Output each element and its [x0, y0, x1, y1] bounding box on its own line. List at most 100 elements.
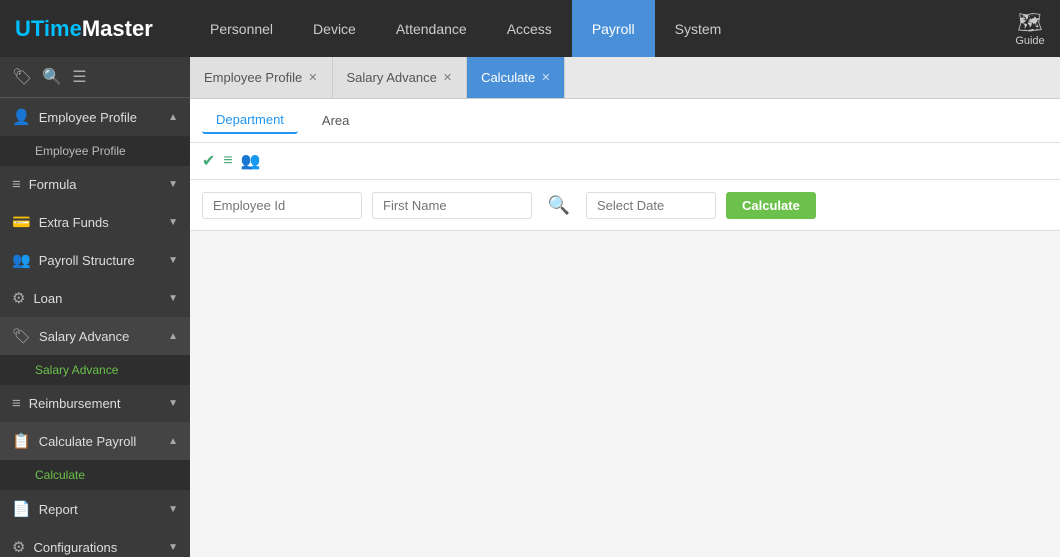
- guide-icon: 🗺: [1017, 10, 1042, 35]
- top-navigation: UTime Master Personnel Device Attendance…: [0, 0, 1060, 57]
- sidebar-item-employee-profile[interactable]: 👤 Employee Profile ▲: [0, 98, 190, 136]
- arrow-up-icon: ▲: [168, 112, 178, 123]
- arrow-down-icon5: ▼: [168, 398, 178, 409]
- logo-time: Time: [31, 16, 82, 42]
- nav-attendance[interactable]: Attendance: [376, 0, 487, 57]
- toolbar-icons: ✔ ≡ 👥: [202, 151, 261, 171]
- sidebar-section-reimbursement: ≡ Reimbursement ▼: [0, 385, 190, 422]
- sidebar-label-calculate-payroll: Calculate Payroll: [39, 434, 160, 449]
- tab-employee-profile-close[interactable]: ✕: [308, 71, 317, 84]
- arrow-down-icon: ▼: [168, 179, 178, 190]
- report-icon: 📄: [12, 500, 31, 518]
- logo-u: U: [15, 16, 31, 42]
- tab-calculate[interactable]: Calculate ✕: [467, 57, 565, 98]
- sidebar-item-calculate-payroll[interactable]: 📋 Calculate Payroll ▲: [0, 422, 190, 460]
- sidebar-section-loan: ⚙ Loan ▼: [0, 279, 190, 317]
- filter-tab-department[interactable]: Department: [202, 107, 298, 134]
- calculate-payroll-icon: 📋: [12, 432, 31, 450]
- sidebar-item-payroll-structure[interactable]: 👥 Payroll Structure ▼: [0, 241, 190, 279]
- sidebar: 🏷 🔍 ☰ 👤 Employee Profile ▲ Employee Prof…: [0, 57, 190, 557]
- employee-id-input[interactable]: [202, 192, 362, 219]
- sidebar-label-salary-advance: Salary Advance: [39, 329, 160, 344]
- logo: UTime Master: [0, 16, 190, 42]
- employee-profile-icon: 👤: [12, 108, 31, 126]
- logo-master: Master: [82, 16, 153, 42]
- tab-salary-advance[interactable]: Salary Advance ✕: [333, 57, 468, 98]
- first-name-input[interactable]: [372, 192, 532, 219]
- filter-tab-area[interactable]: Area: [308, 108, 363, 133]
- arrow-down-icon3: ▼: [168, 255, 178, 266]
- tab-calculate-close[interactable]: ✕: [541, 71, 550, 84]
- sidebar-item-configurations[interactable]: ⚙ Configurations ▼: [0, 528, 190, 557]
- filter-row: Department Area: [190, 99, 1060, 143]
- sidebar-item-report[interactable]: 📄 Report ▼: [0, 490, 190, 528]
- sidebar-child-employee-profile[interactable]: Employee Profile: [0, 136, 190, 166]
- calculate-button[interactable]: Calculate: [726, 192, 816, 219]
- sidebar-label-employee-profile: Employee Profile: [39, 110, 160, 125]
- sidebar-section-report: 📄 Report ▼: [0, 490, 190, 528]
- search-bar-row: 🔍 Calculate: [190, 180, 1060, 231]
- reimbursement-icon: ≡: [12, 395, 21, 412]
- payroll-structure-icon: 👥: [12, 251, 31, 269]
- nav-payroll[interactable]: Payroll: [572, 0, 655, 57]
- sidebar-top-icons: 🏷 🔍 ☰: [0, 57, 190, 98]
- check-icon[interactable]: ✔: [202, 151, 215, 171]
- extra-funds-icon: 💳: [12, 213, 31, 231]
- sidebar-section-employee-profile: 👤 Employee Profile ▲ Employee Profile: [0, 98, 190, 166]
- list-view-icon[interactable]: ≡: [223, 152, 232, 170]
- sidebar-label-report: Report: [39, 502, 160, 517]
- nav-items: Personnel Device Attendance Access Payro…: [190, 0, 1000, 57]
- arrow-down-icon6: ▼: [168, 504, 178, 515]
- arrow-up-icon2: ▲: [168, 331, 178, 342]
- search-icon[interactable]: 🔍: [42, 67, 62, 87]
- sidebar-label-reimbursement: Reimbursement: [29, 396, 160, 411]
- tag-icon[interactable]: 🏷: [12, 67, 32, 87]
- nav-device[interactable]: Device: [293, 0, 376, 57]
- sidebar-section-formula: ≡ Formula ▼: [0, 166, 190, 203]
- date-input[interactable]: [586, 192, 716, 219]
- salary-advance-icon: 🏷: [12, 327, 31, 345]
- nav-access[interactable]: Access: [487, 0, 572, 57]
- arrow-down-icon2: ▼: [168, 217, 178, 228]
- nav-personnel[interactable]: Personnel: [190, 0, 293, 57]
- toolbar: ✔ ≡ 👥: [190, 143, 1060, 180]
- sidebar-section-payroll-structure: 👥 Payroll Structure ▼: [0, 241, 190, 279]
- tab-calculate-label: Calculate: [481, 70, 535, 85]
- sidebar-section-salary-advance: 🏷 Salary Advance ▲ Salary Advance: [0, 317, 190, 385]
- guide-label: Guide: [1015, 35, 1044, 47]
- list-icon[interactable]: ☰: [72, 67, 86, 87]
- sidebar-item-reimbursement[interactable]: ≡ Reimbursement ▼: [0, 385, 190, 422]
- sidebar-item-formula[interactable]: ≡ Formula ▼: [0, 166, 190, 203]
- tab-salary-advance-close[interactable]: ✕: [443, 71, 452, 84]
- sidebar-item-extra-funds[interactable]: 💳 Extra Funds ▼: [0, 203, 190, 241]
- arrow-down-icon7: ▼: [168, 542, 178, 553]
- sidebar-label-payroll-structure: Payroll Structure: [39, 253, 160, 268]
- sidebar-label-configurations: Configurations: [33, 540, 160, 555]
- sidebar-child-salary-advance[interactable]: Salary Advance: [0, 355, 190, 385]
- group-icon[interactable]: 👥: [241, 151, 261, 171]
- configurations-icon: ⚙: [12, 538, 25, 556]
- sidebar-section-extra-funds: 💳 Extra Funds ▼: [0, 203, 190, 241]
- sidebar-label-extra-funds: Extra Funds: [39, 215, 160, 230]
- nav-system[interactable]: System: [655, 0, 742, 57]
- tab-employee-profile-label: Employee Profile: [204, 70, 302, 85]
- sidebar-item-loan[interactable]: ⚙ Loan ▼: [0, 279, 190, 317]
- formula-icon: ≡: [12, 176, 21, 193]
- sidebar-item-salary-advance[interactable]: 🏷 Salary Advance ▲: [0, 317, 190, 355]
- tab-employee-profile[interactable]: Employee Profile ✕: [190, 57, 333, 98]
- sidebar-child-calculate[interactable]: Calculate: [0, 460, 190, 490]
- loan-icon: ⚙: [12, 289, 25, 307]
- sidebar-label-formula: Formula: [29, 177, 160, 192]
- content-area: Employee Profile ✕ Salary Advance ✕ Calc…: [190, 57, 1060, 557]
- sidebar-section-calculate-payroll: 📋 Calculate Payroll ▲ Calculate: [0, 422, 190, 490]
- sidebar-label-loan: Loan: [33, 291, 160, 306]
- sidebar-section-configurations: ⚙ Configurations ▼: [0, 528, 190, 557]
- tab-bar: Employee Profile ✕ Salary Advance ✕ Calc…: [190, 57, 1060, 99]
- search-button[interactable]: 🔍: [542, 188, 576, 222]
- main-layout: 🏷 🔍 ☰ 👤 Employee Profile ▲ Employee Prof…: [0, 57, 1060, 557]
- tab-salary-advance-label: Salary Advance: [347, 70, 437, 85]
- arrow-down-icon4: ▼: [168, 293, 178, 304]
- arrow-up-icon3: ▲: [168, 436, 178, 447]
- guide-button[interactable]: 🗺 Guide: [1000, 5, 1060, 52]
- table-area: [190, 231, 1060, 557]
